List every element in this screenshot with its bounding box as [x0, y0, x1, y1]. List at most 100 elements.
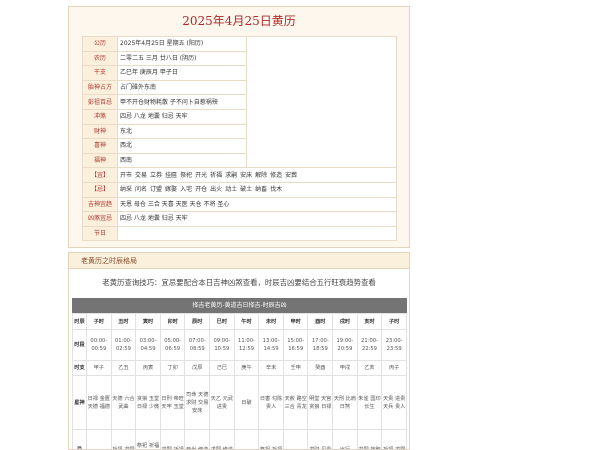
info-label: 喜神 [82, 138, 118, 154]
shichen-cell: 未时 [258, 313, 284, 330]
info-row-xiongshen: 凶煞宜忌 四忌 八龙 地囊 归忌 天牢 [82, 211, 397, 227]
info-row-jishen: 吉神宜趋 天恩 母仓 三合 天喜 天医 天仓 不将 圣心 [82, 196, 397, 213]
shichen-cell: 申时 [282, 313, 309, 330]
shichen-row-label: 时支 [72, 360, 87, 376]
info-value: 乙巳年 庚辰月 甲子日 [117, 65, 247, 81]
shichen-cell: 丙子 [381, 360, 407, 376]
shichen-cell: 00:00- 00:59 [86, 329, 112, 361]
activity-item: 嫁娶 [165, 186, 178, 194]
shichen-cell: 巳时 [209, 313, 235, 330]
shichen-cell: 司命 天德 求财 交易 安床 [184, 375, 211, 430]
shichen-cell: 戌时 [332, 313, 358, 330]
shichen-cell: 07:00- 08:59 [184, 329, 211, 361]
time-end: 00:59 [91, 346, 107, 352]
shichen-cell: 癸酉 [307, 360, 334, 376]
shichen-cell: 求嗣 嫁娶 [356, 429, 383, 449]
info-label: 公历 [82, 36, 118, 52]
shichen-cell: 祈福 求嗣 [381, 429, 407, 449]
time-end: 10:59 [214, 346, 230, 352]
time-start: 17:00- [311, 338, 329, 344]
shichen-cell: 03:00- 04:59 [135, 329, 161, 361]
activity-item: 立券 [150, 171, 163, 179]
shichen-cell: 午时 [233, 313, 260, 330]
shichen-cell: 天贵 进贵 天兵 贵人 [381, 375, 407, 430]
shichen-row-label: 时段 [72, 329, 87, 361]
shichen-cell [282, 429, 309, 449]
shichen-cell: 贪狼 玉堂 日禄 少微 [135, 375, 161, 430]
shichen-cell: 日禄 金匮 天德 福德 [86, 375, 112, 430]
info-label: 凶煞宜忌 [82, 211, 118, 227]
time-start: 11:00- [238, 338, 255, 344]
activity-item: 安葬 [285, 171, 298, 179]
activity-item: 祭祀 [180, 171, 193, 179]
shichen-table: 择吉老黄历-黄道吉日择吉-时辰吉凶 时辰 子时 丑时 寅时 卯时 辰时 巳时 午时 未时 申时 酉时… [72, 298, 407, 449]
info-row-jieri: 节日 [82, 225, 397, 242]
shichen-cell: 寅时 [135, 313, 161, 330]
shichen-cell: 丁卯 [159, 360, 186, 376]
shichen-cell: 11:00- 12:59 [233, 329, 260, 361]
info-row-yi: 【宜】 开市 交易 立券 挂匾 祭祀 开光 祈福 求嗣 安床 解除 修造 安葬 [82, 167, 397, 183]
shichen-cell: 亥时 [356, 313, 383, 330]
time-end: 08:59 [189, 346, 205, 352]
shichen-cell: 求财 见贵 [307, 429, 334, 449]
ji-activities: 纳采 问名 订盟 嫁娶 入宅 开仓 出火 动土 破土 纳畜 伐木 [117, 181, 397, 198]
activity-item: 开光 [195, 171, 208, 179]
info-label: 【宜】 [82, 167, 118, 183]
info-label: 【忌】 [82, 181, 118, 198]
activity-item: 安床 [240, 171, 253, 179]
shichen-cell: 祭祀 祈福 求嗣 开光 [135, 429, 161, 449]
time-end: 23:59 [386, 346, 402, 352]
time-end: 18:59 [312, 346, 328, 352]
activity-item: 伐木 [270, 186, 283, 194]
shichen-row-label: 忌 [72, 429, 87, 449]
time-start: 05:00- [164, 338, 182, 344]
shichen-cell: 05:00- 06:59 [159, 329, 186, 361]
yi-activities: 开市 交易 立券 挂匾 祭祀 开光 祈福 求嗣 安床 解除 修造 安葬 [117, 167, 397, 183]
shichen-cell: 祈福 求嗣 [110, 429, 137, 449]
time-start: 23:00- [385, 338, 403, 344]
info-value: 二零二五 三月 廿八日 (阴历) [117, 50, 247, 67]
shichen-cell: 甲戌 [332, 360, 358, 376]
info-label: 冲煞 [82, 108, 118, 125]
time-end: 04:59 [140, 346, 156, 352]
shichen-row: 时段 00:00- 00:59 01:00- 02:59 03:00- 04:59 05:00… [72, 329, 407, 361]
info-label: 财神 [82, 123, 118, 140]
shichen-cell: 辛未 [258, 360, 284, 376]
activity-item: 纳畜 [255, 186, 268, 194]
shichen-cell: 子时 [86, 313, 112, 330]
shichen-cell: 庚午 [233, 360, 260, 376]
time-start: 09:00- [213, 338, 231, 344]
activity-item: 入宅 [180, 186, 193, 194]
shichen-cell: 子时 [381, 313, 407, 330]
shichen-row-label: 时辰 [72, 313, 87, 330]
info-value: 甲不开仓财物耗散 子不问卜自惹祸殃 [117, 94, 247, 110]
shichen-cell: 壬申 [282, 360, 309, 376]
shichen-cell: 卯时 [159, 313, 186, 330]
info-value: 2025年4月25日 星期五 (阳历) [117, 36, 247, 52]
time-end: 22:59 [362, 346, 377, 352]
activity-item: 订盟 [150, 186, 163, 194]
shichen-cell: 丑时 [110, 313, 137, 330]
time-start: 00:00- [90, 338, 108, 344]
shichen-cell: 辰时 [184, 313, 211, 330]
shichen-row: 时辰 子时 丑时 寅时 卯时 辰时 巳时 午时 未时 申时 酉时 戌时 亥时 子时 [72, 313, 407, 330]
activity-item: 挂匾 [165, 171, 178, 179]
shichen-cell: 出行 [332, 429, 358, 449]
activity-item: 交易 [135, 171, 148, 179]
time-start: 15:00- [287, 338, 305, 344]
info-value: 西北 [117, 138, 247, 154]
shichen-cell: 明堂 天官 贪狼 日禄 [307, 375, 334, 430]
time-end: 14:59 [263, 346, 279, 352]
time-end: 16:59 [288, 346, 304, 352]
activity-item: 破土 [240, 186, 253, 194]
shichen-row: 星神 日禄 金匮 天德 福德 天德 六合 武曲 贪狼 玉堂 日禄 少微 日刑 帝旺 天牢… [72, 375, 407, 430]
shichen-cell: 丙寅 [135, 360, 161, 376]
shichen-cell: 15:00- 16:59 [282, 329, 309, 361]
almanac-panel: 2025年4月25日黄历 公历 2025年4月25日 星期五 (阳历) 农历 二… [68, 6, 410, 248]
shichen-cell: 13:00- 14:59 [258, 329, 284, 361]
shichen-cell: 朱雀 国印 长生 [356, 375, 383, 430]
time-end: 20:59 [337, 346, 353, 352]
shichen-cell: 21:00- 22:59 [356, 329, 383, 361]
shichen-cell: 酉时 [307, 313, 334, 330]
shichen-cell: 01:00- 02:59 [110, 329, 137, 361]
